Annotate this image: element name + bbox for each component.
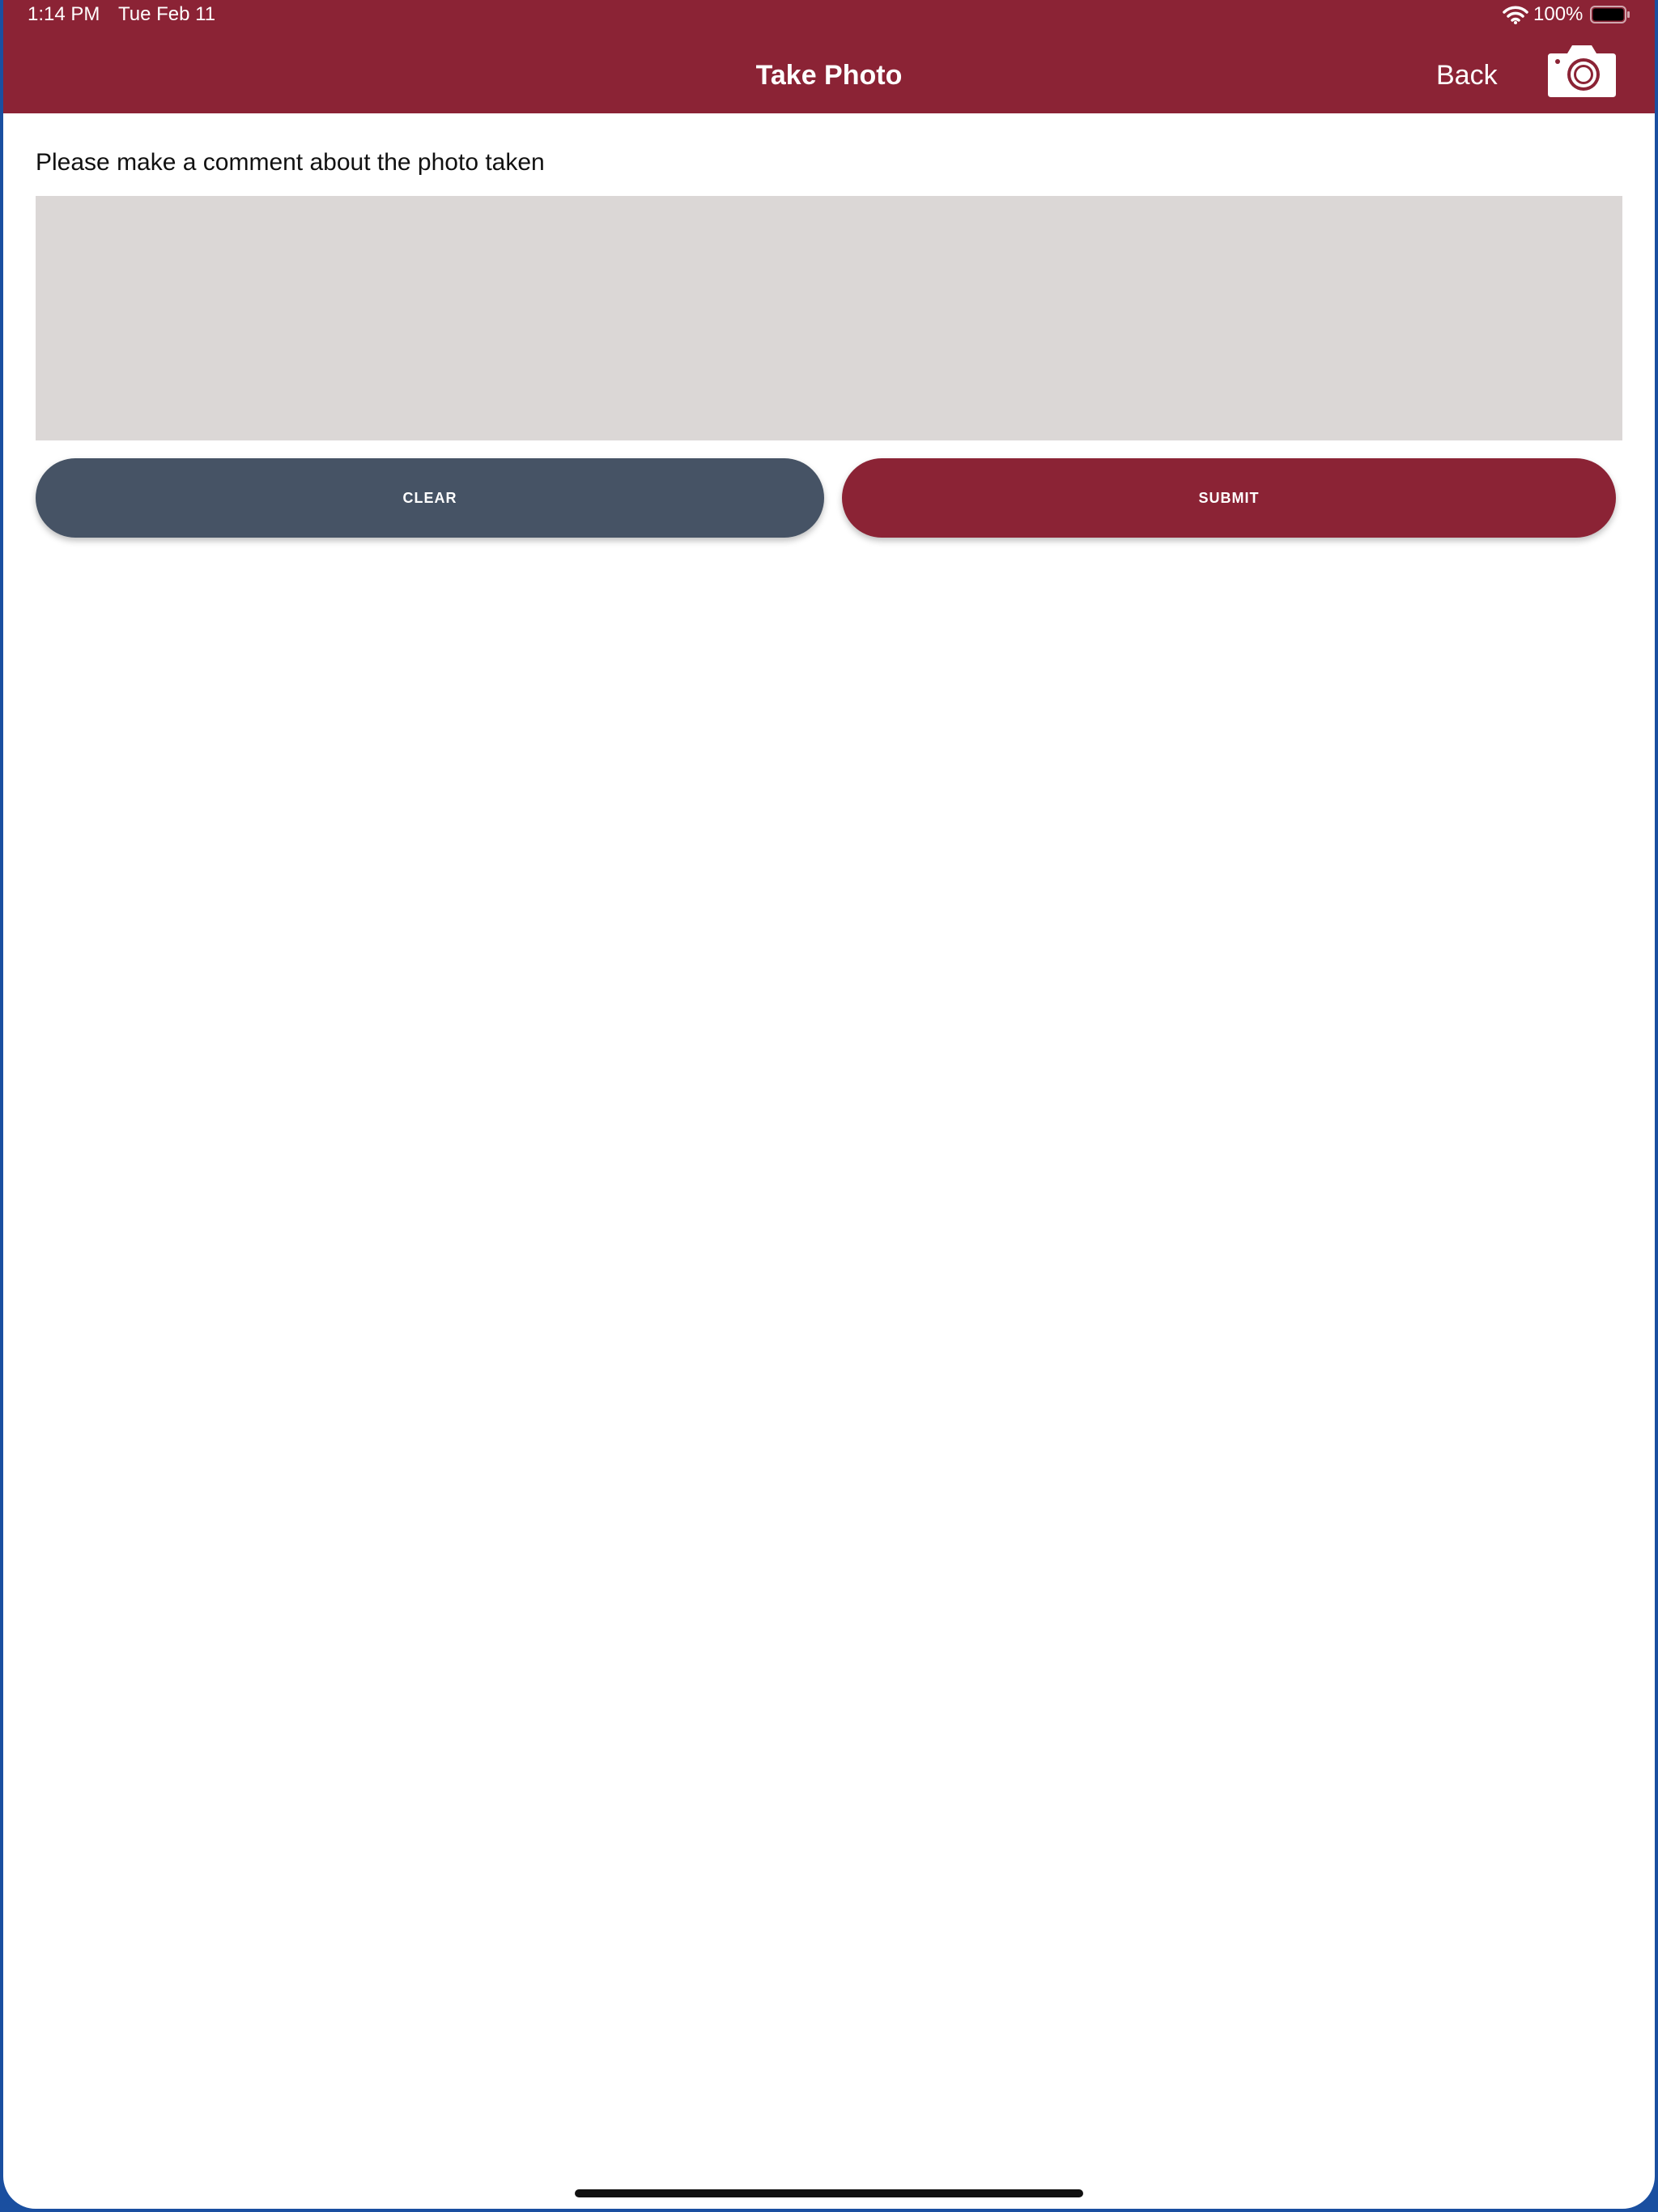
app-header: 1:14 PM Tue Feb 11 100% Take Photo Back: [3, 0, 1655, 113]
home-indicator[interactable]: [575, 2189, 1083, 2197]
comment-field[interactable]: [36, 196, 1622, 440]
page-title: Take Photo: [755, 60, 903, 91]
battery-percent: 100%: [1533, 3, 1584, 25]
back-button[interactable]: Back: [1436, 53, 1498, 97]
comment-prompt: Please make a comment about the photo ta…: [36, 149, 545, 176]
device-screen: 1:14 PM Tue Feb 11 100% Take Photo Back: [3, 0, 1655, 2209]
clear-button[interactable]: CLEAR: [36, 458, 824, 538]
status-date: Tue Feb 11: [118, 3, 216, 25]
camera-icon[interactable]: [1545, 42, 1619, 100]
submit-button[interactable]: SUBMIT: [842, 458, 1616, 538]
status-time: 1:14 PM: [28, 3, 100, 25]
wifi-icon: [1503, 6, 1528, 24]
status-bar: 1:14 PM Tue Feb 11 100%: [3, 0, 1655, 29]
battery-icon: [1590, 6, 1630, 23]
